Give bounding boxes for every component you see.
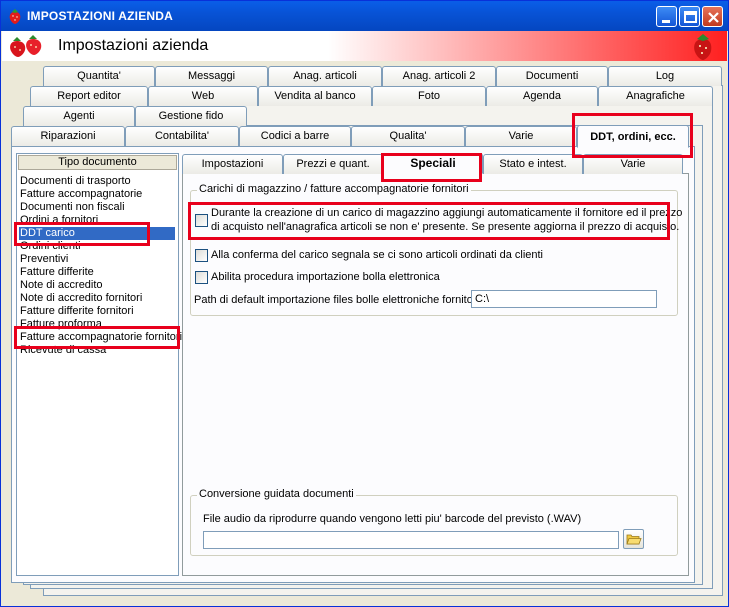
tab-prezzi-e-quant[interactable]: Prezzi e quant. (283, 154, 383, 174)
highlight-box-ddt-carico (14, 222, 150, 246)
list-item[interactable]: Preventivi (20, 253, 68, 266)
main-window: IMPOSTAZIONI AZIENDA Impostazioni aziend… (0, 0, 729, 607)
label-bolla-elettronica: Abilita procedura importazione bolla ele… (211, 271, 440, 283)
checkbox-segnala-ordinati[interactable] (195, 249, 208, 262)
strawberry-icon (9, 9, 21, 24)
tab-agenti[interactable]: Agenti (23, 106, 135, 126)
group-title: Conversione guidata documenti (197, 488, 356, 500)
maximize-button[interactable] (679, 6, 700, 27)
maximize-icon (684, 11, 697, 23)
header-band: Impostazioni azienda (2, 31, 727, 61)
label-path-default: Path di default importazione files bolle… (194, 294, 479, 306)
tab-gestione-fido[interactable]: Gestione fido (135, 106, 247, 126)
label-segnala-ordinati: Alla conferma del carico segnala se ci s… (211, 249, 544, 261)
tab-foto[interactable]: Foto (372, 86, 486, 106)
tab-contabilita[interactable]: Contabilita' (125, 126, 239, 146)
list-item[interactable]: Note di accredito fornitori (20, 292, 142, 305)
list-item[interactable]: Note di accredito (20, 279, 103, 292)
tab-vendita-al-banco[interactable]: Vendita al banco (258, 86, 372, 106)
tab-log[interactable]: Log (608, 66, 722, 86)
strawberries-logo (10, 35, 42, 57)
minimize-button[interactable] (656, 6, 677, 27)
close-button[interactable] (702, 6, 723, 27)
window-title: IMPOSTAZIONI AZIENDA (27, 9, 173, 23)
audio-file-input[interactable] (203, 531, 619, 549)
highlight-box-ddt-tab (572, 113, 693, 158)
tab-stato-e-intest[interactable]: Stato e intest. (483, 154, 583, 174)
tab-report-editor[interactable]: Report editor (30, 86, 148, 106)
tab-quantita[interactable]: Quantita' (43, 66, 155, 86)
tab-agenda[interactable]: Agenda (486, 86, 598, 106)
tab-riparazioni[interactable]: Riparazioni (11, 126, 125, 146)
list-item[interactable]: Fatture accompagnatorie (20, 188, 142, 201)
close-icon (708, 12, 719, 23)
tab-codici-a-barre[interactable]: Codici a barre (239, 126, 351, 146)
highlight-box-speciali-tab (381, 153, 482, 182)
highlight-box-fatture-acc-fornitori (14, 326, 180, 349)
tab-impostazioni[interactable]: Impostazioni (182, 154, 283, 174)
list-item[interactable]: Fatture differite fornitori (20, 305, 134, 318)
tab-qualita[interactable]: Qualita' (351, 126, 465, 146)
group-title: Carichi di magazzino / fatture accompagn… (197, 183, 471, 195)
path-input[interactable]: C:\ (471, 290, 657, 308)
tab-documenti[interactable]: Documenti (496, 66, 608, 86)
list-item[interactable]: Documenti non fiscali (20, 201, 125, 214)
minimize-icon (662, 20, 670, 23)
tab-varie-top[interactable]: Varie (465, 126, 577, 146)
browse-audio-button[interactable] (623, 529, 644, 549)
list-item[interactable]: Documenti di trasporto (20, 175, 131, 188)
folder-icon (626, 534, 642, 545)
tab-messaggi[interactable]: Messaggi (155, 66, 268, 86)
document-type-list[interactable]: Tipo documento Documenti di trasporto Fa… (16, 153, 182, 576)
tab-anag-articoli-2[interactable]: Anag. articoli 2 (382, 66, 496, 86)
checkbox-bolla-elettronica[interactable] (195, 271, 208, 284)
strawberry-logo-right (694, 34, 712, 60)
tab-anag-articoli[interactable]: Anag. articoli (268, 66, 382, 86)
title-bar[interactable]: IMPOSTAZIONI AZIENDA (1, 1, 728, 31)
tab-web[interactable]: Web (148, 86, 258, 106)
list-item[interactable]: Fatture differite (20, 266, 94, 279)
list-header: Tipo documento (18, 155, 177, 170)
label-file-audio: File audio da riprodurre quando vengono … (203, 513, 582, 525)
highlight-box-option (188, 202, 670, 240)
page-title: Impostazioni azienda (58, 37, 209, 54)
tab-anagrafiche[interactable]: Anagrafiche (598, 86, 713, 106)
